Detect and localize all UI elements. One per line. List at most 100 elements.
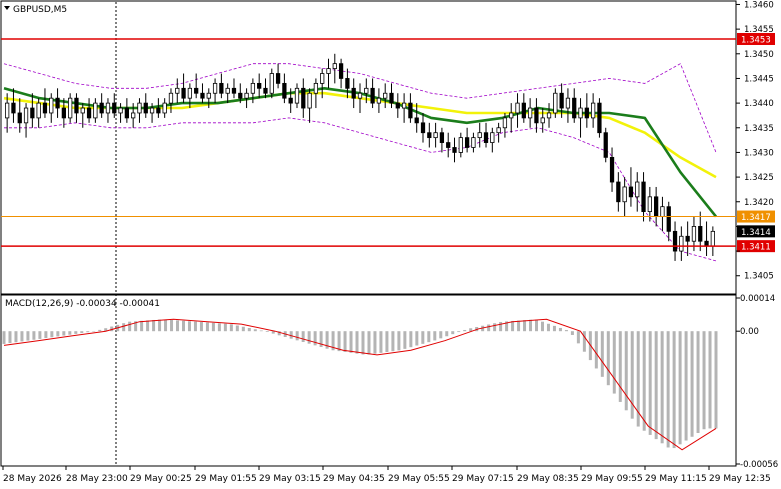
candle-body-bull (320, 73, 325, 84)
candle-body-bull (225, 87, 230, 94)
macd-hist-bar (253, 329, 257, 332)
macd-hist-bar (678, 331, 682, 445)
macd-hist-bar (235, 325, 239, 332)
macd-hist-bar (38, 331, 42, 339)
macd-hist-bar (529, 319, 533, 332)
candle-body-bear (74, 97, 79, 114)
candle-body-bull (49, 97, 54, 114)
candle-body-bear (628, 186, 634, 198)
macd-hist-bar (313, 331, 317, 346)
macd-hist-bar (355, 331, 359, 354)
candle-body-bull (93, 102, 98, 119)
macd-hist-bar (582, 331, 586, 352)
candle-body-bull (458, 137, 463, 153)
y-tick-label: 1.3460 (744, 0, 774, 10)
level-tag-text: 1.3453 (741, 35, 771, 45)
macd-hist-bar (241, 326, 245, 332)
x-tick-label: 29 May 11:15 (645, 474, 707, 484)
candle-body-bear (338, 63, 344, 79)
candle-body-bear (483, 132, 489, 143)
macd-hist-bar (140, 320, 144, 332)
macd-hist-bar (379, 331, 383, 353)
y-tick-label: 1.3435 (744, 124, 774, 134)
candle-body-bull (691, 226, 697, 242)
macd-hist-bar (181, 320, 185, 332)
candle-body-bull (527, 107, 533, 119)
macd-hist-bar (421, 331, 425, 344)
macd-hist-bar (660, 331, 664, 444)
candle-body-bear (666, 206, 671, 232)
candle-body-bear (685, 235, 690, 242)
y-tick-label: 1.3425 (744, 173, 774, 183)
macd-hist-bar (26, 331, 30, 341)
gbpusd-m5-chart[interactable]: 1.3453 1.3411 1.3417 1.3414 1.3460 1.3455 1.3… (0, 0, 781, 489)
candle-body-bear (698, 226, 703, 242)
candle-body-bear (464, 137, 470, 148)
macd-hist-bar (265, 331, 269, 332)
macd-hist-bar (20, 331, 24, 342)
candle-body-bear (288, 97, 293, 104)
candle-body-bull (660, 206, 665, 217)
candle-body-bear (370, 87, 375, 104)
candle-body-bull (401, 102, 407, 109)
candle-body-bear (609, 156, 615, 183)
candle-body-bear (61, 107, 66, 119)
candle-body-bear (257, 82, 262, 89)
macd-hist-bar (540, 321, 544, 332)
candle-body-bull (635, 181, 640, 198)
macd-hist-bar (367, 331, 371, 355)
candle-body-bear (427, 132, 432, 139)
candle-body-bear (389, 92, 394, 104)
candle-body-bear (112, 102, 117, 114)
candle-body-bear (521, 102, 526, 119)
candle-body-bear (17, 112, 22, 124)
macd-hist-bar (373, 331, 377, 354)
candle-body-bull (515, 102, 520, 114)
macd-hist-bar (451, 331, 455, 335)
candle-body-bull (137, 102, 142, 114)
macd-hist-bar (672, 331, 676, 449)
candle-body-bear (124, 107, 130, 119)
macd-hist-bar (80, 331, 84, 334)
candle-body-bull (540, 117, 545, 124)
macd-y-tick-label: 0.00 (740, 327, 759, 337)
candle-body-bear (603, 132, 608, 158)
candle-body-bear (534, 107, 539, 124)
macd-hist-bar (457, 331, 461, 333)
candle-body-bear (30, 107, 35, 119)
candle-body-bull (565, 97, 571, 109)
macd-hist-bar (696, 331, 700, 434)
macd-hist-bar (648, 331, 652, 435)
macd-hist-bar (176, 320, 180, 332)
macd-hist-bar (564, 330, 568, 332)
macd-hist-bar (439, 331, 443, 339)
macd-hist-bar (193, 321, 197, 332)
candle-body-bull (105, 102, 111, 114)
candle-body-bear (439, 132, 445, 143)
candle-body-bear (219, 82, 224, 94)
candle-body-bull (244, 92, 249, 99)
macd-hist-bar (487, 324, 491, 332)
macd-hist-bar (259, 330, 263, 332)
macd-hist-bar (92, 331, 96, 332)
macd-hist-bar (558, 327, 562, 332)
macd-hist-bar (205, 322, 209, 332)
candle-body-bull (357, 92, 363, 99)
candle-body-bull (591, 102, 596, 119)
candle-body-bear (584, 107, 589, 119)
macd-hist-bar (349, 331, 353, 353)
candle-body-bear (597, 102, 602, 134)
macd-hist-bar (74, 331, 78, 334)
x-tick-label: 29 May 01:55 (195, 474, 257, 484)
candle-body-bull (496, 127, 501, 134)
candle-body-bull (471, 137, 476, 148)
chart-title: GBPUSD,M5 (13, 5, 67, 15)
y-tick-label: 1.3440 (744, 99, 774, 109)
macd-hist-bar (128, 321, 132, 332)
macd-hist-bar (68, 331, 72, 335)
candle-body-bear (156, 107, 161, 114)
macd-hist-bar (8, 331, 12, 344)
macd-hist-bar (217, 323, 221, 332)
macd-hist-bar (397, 331, 401, 351)
candle-body-bear (181, 87, 186, 99)
